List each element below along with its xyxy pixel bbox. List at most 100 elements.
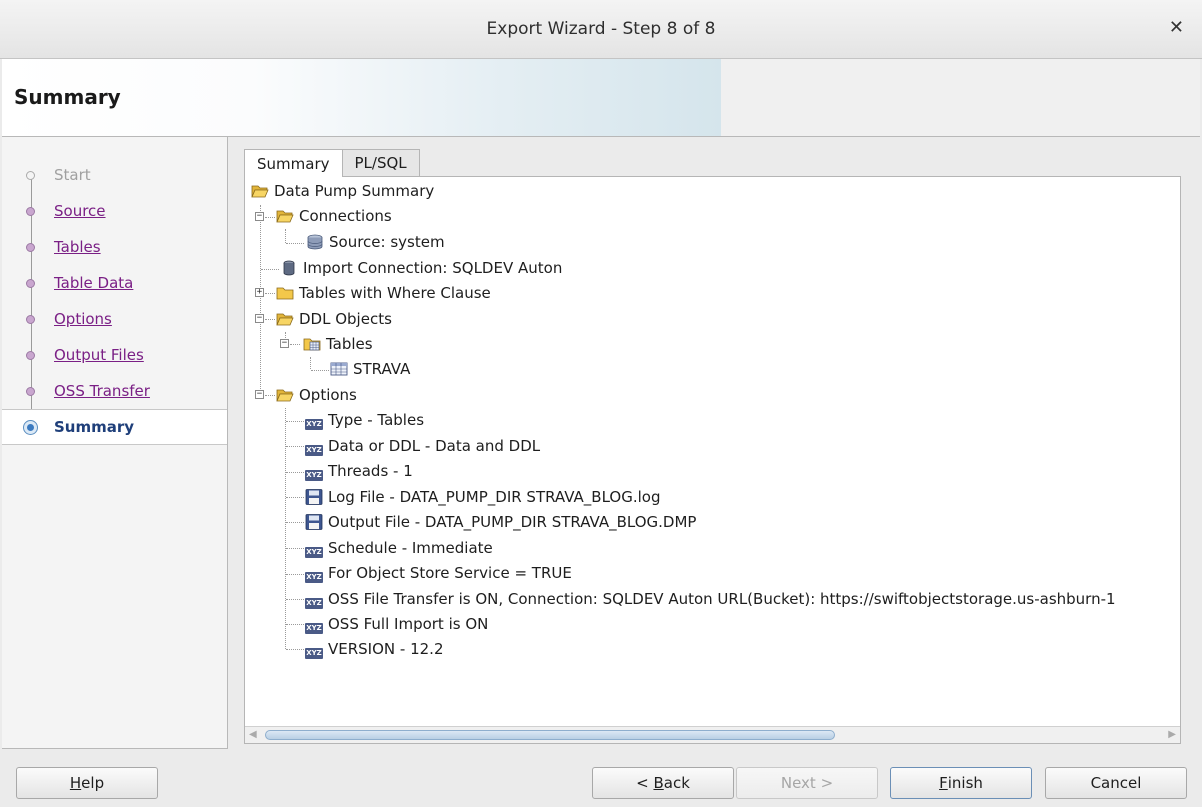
nav-step-tables[interactable]: Tables [2,230,227,264]
tree-line [290,344,300,345]
tree-node-label: VERSION - 12.2 [328,640,444,658]
tab-plsql[interactable]: PL/SQL [341,149,420,176]
nav-step-label[interactable]: Options [54,310,112,328]
tree-node-label: OSS Full Import is ON [328,615,489,633]
nav-step-output-files[interactable]: Output Files [2,338,227,372]
step-dot-icon [26,243,35,252]
scrollbar-thumb[interactable] [265,730,835,740]
tree-node-label: Options [299,386,357,404]
nav-step-source[interactable]: Source [2,194,227,228]
title-bar: Export Wizard - Step 8 of 8 ✕ [0,0,1202,59]
nav-step-table-data[interactable]: Table Data [2,266,227,300]
tree-node-import-connection[interactable]: Import Connection: SQLDEV Auton [280,256,562,280]
save-disk-icon [305,489,323,505]
collapse-toggle-icon[interactable]: − [280,339,289,348]
collapse-toggle-icon[interactable]: − [255,390,264,399]
property-icon: XYZ [305,445,323,456]
content-area: Summary PL/SQL Data Pump Summary − Conne… [228,137,1200,748]
tree-node-strava-table[interactable]: STRAVA [330,357,410,381]
step-dot-icon [26,315,35,324]
tree-node-root[interactable]: Data Pump Summary [251,179,434,203]
finish-button[interactable]: Finish [890,767,1032,799]
summary-tree[interactable]: Data Pump Summary − Connections Source: … [244,176,1181,744]
tree-line [265,293,275,294]
tree-node-option-item[interactable]: XYZ Type - Tables [305,408,424,432]
tree-line [286,497,304,498]
tree-line [285,408,286,649]
page-header: Summary [2,59,1200,137]
tab-summary[interactable]: Summary [244,149,343,177]
tree-node-option-item[interactable]: XYZ Threads - 1 [305,459,413,483]
tree-node-option-item[interactable]: Output File - DATA_PUMP_DIR STRAVA_BLOG.… [305,510,696,534]
tree-node-option-item[interactable]: XYZ OSS File Transfer is ON, Connection:… [305,587,1116,611]
tree-node-label: For Object Store Service = TRUE [328,564,572,582]
property-icon: XYZ [305,598,323,609]
tree-node-tables-where[interactable]: Tables with Where Clause [276,281,491,305]
tree-line [265,395,275,396]
tree-line [286,599,304,600]
tree-line [286,548,304,549]
scroll-left-icon[interactable]: ◀ [249,729,257,740]
tree-node-label: OSS File Transfer is ON, Connection: SQL… [328,590,1116,608]
back-button[interactable]: < Back [592,767,734,799]
step-dot-icon [26,351,35,360]
database-icon [280,260,298,276]
expand-toggle-icon[interactable]: + [255,288,264,297]
property-icon: XYZ [305,419,323,430]
folder-open-icon [276,208,294,224]
tree-line [286,421,304,422]
scroll-right-icon[interactable]: ▶ [1168,729,1176,740]
nav-step-start: Start [2,158,227,192]
step-dot-icon [26,387,35,396]
step-dot-icon [26,207,35,216]
tables-folder-icon [303,336,321,352]
nav-step-label: Start [54,166,91,184]
tree-node-label: Type - Tables [328,411,425,429]
folder-icon [276,285,294,301]
nav-step-label[interactable]: OSS Transfer [54,382,150,400]
nav-step-label: Summary [54,418,135,436]
tree-node-source-connection[interactable]: Source: system [306,230,445,254]
nav-step-label[interactable]: Output Files [54,346,144,364]
property-icon: XYZ [305,648,323,659]
tree-node-tables[interactable]: Tables [303,332,373,356]
cancel-button[interactable]: Cancel [1045,767,1187,799]
tree-node-label: Schedule - Immediate [328,539,493,557]
save-disk-icon [305,514,323,530]
tree-node-option-item[interactable]: Log File - DATA_PUMP_DIR STRAVA_BLOG.log [305,485,660,509]
tree-node-label: Output File - DATA_PUMP_DIR STRAVA_BLOG.… [328,513,697,531]
nav-step-label[interactable]: Table Data [54,274,133,292]
folder-open-icon [251,183,269,199]
tree-node-option-item[interactable]: XYZ VERSION - 12.2 [305,637,443,661]
tree-node-label: Data Pump Summary [274,182,435,200]
tree-line [265,217,275,218]
close-icon[interactable]: ✕ [1169,17,1184,39]
horizontal-scrollbar[interactable]: ◀ ▶ [245,726,1180,743]
tree-node-option-item[interactable]: XYZ For Object Store Service = TRUE [305,561,572,585]
collapse-toggle-icon[interactable]: − [255,314,264,323]
next-button[interactable]: Next > [736,767,878,799]
page-title: Summary [14,85,121,109]
tree-line [286,624,304,625]
tree-line [310,357,311,369]
step-dot-icon [26,171,35,180]
nav-step-oss-transfer[interactable]: OSS Transfer [2,374,227,408]
nav-step-options[interactable]: Options [2,302,227,336]
tree-node-option-item[interactable]: XYZ Schedule - Immediate [305,536,493,560]
tree-node-label: Threads - 1 [328,462,413,480]
folder-open-icon [276,311,294,327]
nav-step-label[interactable]: Tables [54,238,101,256]
tree-node-option-item[interactable]: XYZ OSS Full Import is ON [305,612,488,636]
tree-node-ddl-objects[interactable]: DDL Objects [276,307,392,331]
tree-node-connections[interactable]: Connections [276,204,392,228]
tree-line [286,574,304,575]
folder-open-icon [276,387,294,403]
tree-node-option-item[interactable]: XYZ Data or DDL - Data and DDL [305,434,540,458]
wizard-step-nav: Start Source Tables Table Data Options O… [2,137,228,749]
collapse-toggle-icon[interactable]: − [255,212,264,221]
nav-step-summary[interactable]: Summary [2,409,227,445]
nav-step-label[interactable]: Source [54,202,106,220]
tree-line [286,522,304,523]
tree-node-options[interactable]: Options [276,383,357,407]
help-button[interactable]: Help [16,767,158,799]
